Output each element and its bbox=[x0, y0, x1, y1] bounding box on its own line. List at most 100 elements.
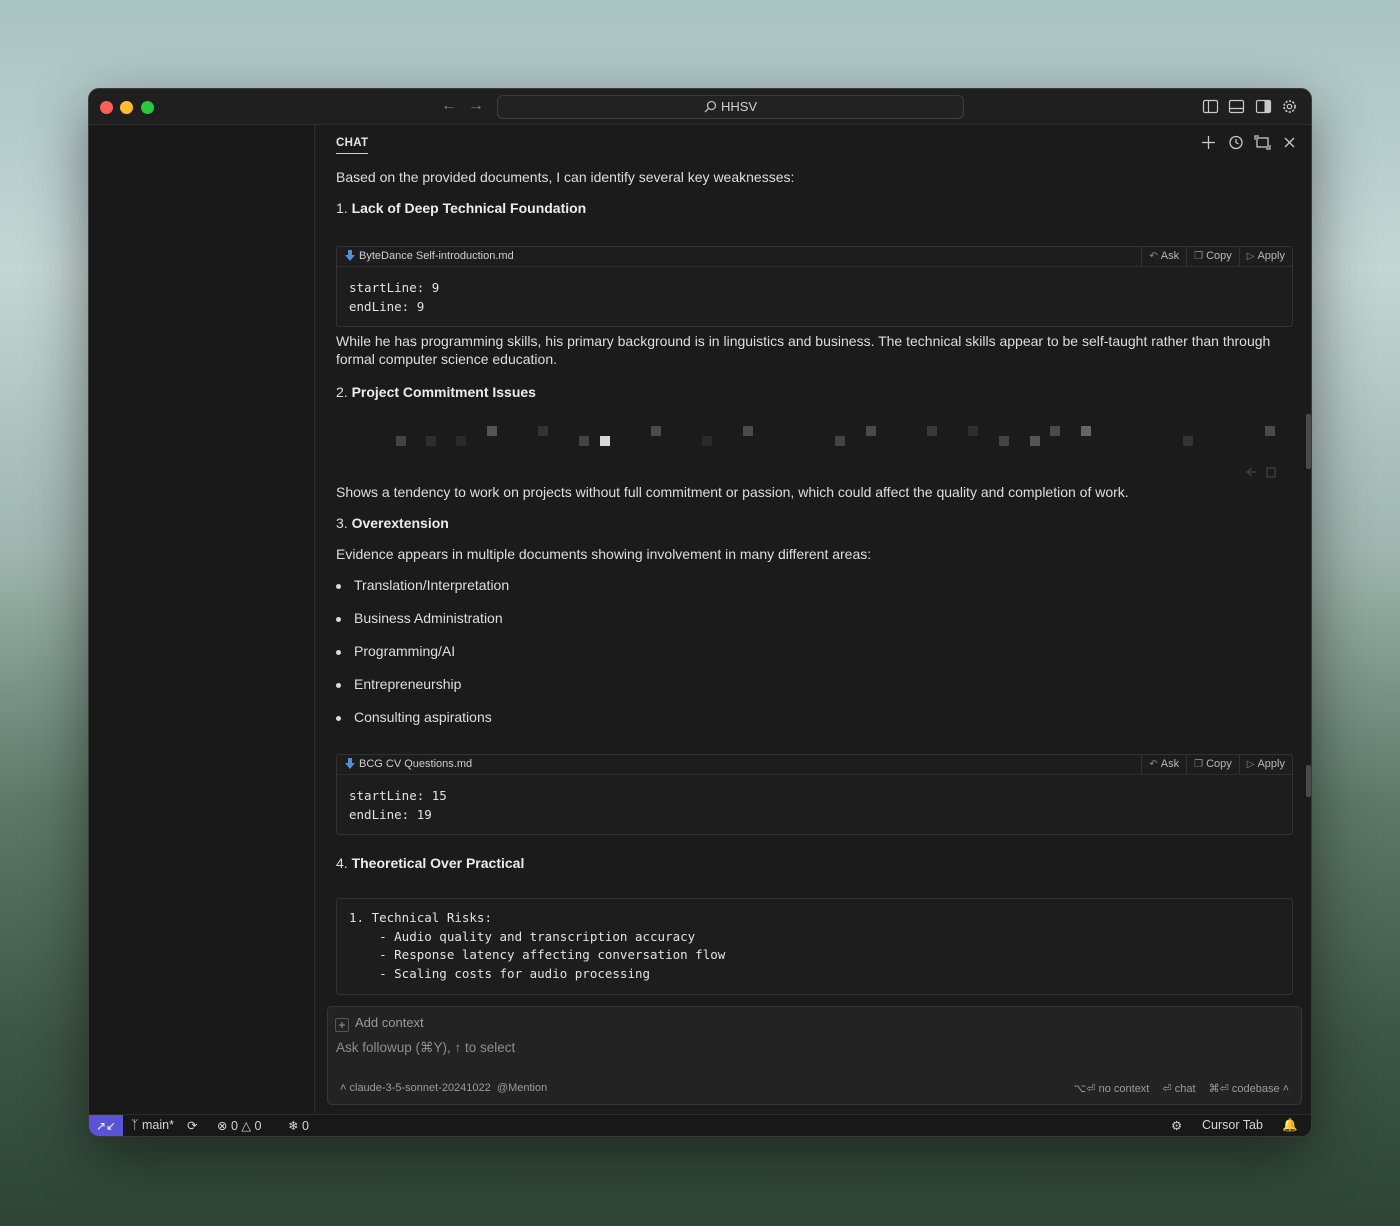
title-bar: ← → HHSV bbox=[89, 89, 1311, 125]
file-name: ByteDance Self-introduction.md bbox=[359, 250, 514, 262]
markdown-file-icon bbox=[345, 758, 355, 769]
zoom-window-button[interactable] bbox=[141, 101, 154, 114]
ports-count: 0 bbox=[301, 1119, 309, 1133]
section-title: Theoretical Over Practical bbox=[351, 855, 525, 871]
apply-label: Apply bbox=[1257, 250, 1285, 262]
sync-icon[interactable]: ⟳ bbox=[187, 1118, 197, 1133]
chat-panel: CHAT Based on the provided documents, I … bbox=[316, 125, 1311, 1114]
ask-label: Ask bbox=[1160, 758, 1180, 770]
section-number: 2. bbox=[336, 384, 348, 400]
gear-icon[interactable] bbox=[1281, 98, 1298, 115]
list-item-text: Entrepreneurship bbox=[354, 676, 462, 692]
copy-button[interactable]: ❐ Copy bbox=[1186, 247, 1239, 266]
error-count: 0 bbox=[230, 1119, 238, 1133]
toggle-secondary-sidebar-icon[interactable] bbox=[1255, 98, 1272, 115]
ask-label: Ask bbox=[1160, 250, 1180, 262]
reply-icon: ↶ bbox=[1149, 251, 1158, 262]
bell-icon[interactable]: 🔔 bbox=[1282, 1118, 1298, 1133]
paragraph-commitment: Shows a tendency to work on projects wit… bbox=[336, 484, 1129, 500]
cursor-tab-icon[interactable]: ⚙ bbox=[1171, 1118, 1182, 1133]
back-arrow-icon[interactable]: ← bbox=[439, 97, 459, 115]
code-reference-block: BCG CV Questions.md ↶ Ask ❐ Copy ▷ Apply st… bbox=[336, 754, 1293, 835]
section-number: 1. bbox=[336, 200, 348, 216]
reply-icon: ↶ bbox=[1149, 759, 1158, 770]
section-heading-1: 1. Lack of Deep Technical Foundation bbox=[336, 200, 586, 216]
broadcast-icon: ❄ bbox=[288, 1119, 299, 1133]
scrollbar-thumb[interactable] bbox=[1306, 765, 1311, 797]
followup-input[interactable]: Ask followup (⌘Y), ↑ to select bbox=[336, 1040, 515, 1056]
chat-header: CHAT bbox=[316, 125, 1311, 159]
new-chat-icon[interactable] bbox=[1200, 134, 1217, 151]
command-search-bar[interactable]: HHSV bbox=[497, 95, 964, 119]
add-context-button[interactable]: + Add context bbox=[335, 1015, 424, 1032]
file-reference[interactable]: ByteDance Self-introduction.md bbox=[345, 250, 514, 262]
close-icon[interactable] bbox=[1281, 134, 1298, 151]
search-text: HHSV bbox=[720, 99, 758, 114]
message-actions bbox=[1246, 467, 1276, 478]
undo-icon bbox=[1246, 467, 1256, 477]
chat-input-box: + Add context Ask followup (⌘Y), ↑ to sel… bbox=[327, 1006, 1302, 1105]
scrollbar-thumb[interactable] bbox=[1306, 414, 1311, 469]
remote-indicator[interactable]: ↗↙ bbox=[89, 1115, 123, 1136]
section-heading-4: 4. Theoretical Over Practical bbox=[336, 855, 524, 871]
apply-button[interactable]: ▷ Apply bbox=[1238, 755, 1292, 774]
copy-label: Copy bbox=[1206, 758, 1232, 770]
list-item-text: Translation/Interpretation bbox=[354, 577, 510, 593]
toggle-panel-icon[interactable] bbox=[1228, 98, 1245, 115]
problems-indicator[interactable]: ⊗ 0 △ 0 bbox=[217, 1118, 261, 1133]
forward-arrow-icon[interactable]: → bbox=[466, 97, 486, 115]
section-title: Overextension bbox=[351, 515, 449, 531]
copy-icon: ❐ bbox=[1194, 759, 1204, 770]
code-block-header: BCG CV Questions.md ↶ Ask ❐ Copy ▷ Apply bbox=[337, 755, 1292, 775]
list-item-text: Consulting aspirations bbox=[354, 709, 492, 725]
cursor-tab-button[interactable]: Cursor Tab bbox=[1202, 1118, 1263, 1132]
list-item-text: Business Administration bbox=[354, 610, 503, 626]
copy-label: Copy bbox=[1206, 250, 1232, 262]
history-icon[interactable] bbox=[1227, 134, 1244, 151]
no-context-button[interactable]: ⌥⏎ no context bbox=[1074, 1083, 1150, 1095]
intro-text: Based on the provided documents, I can i… bbox=[336, 169, 795, 185]
app-window: ← → HHSV CHAT Based on the provided docu… bbox=[88, 88, 1312, 1137]
apply-button[interactable]: ▷ Apply bbox=[1238, 247, 1292, 266]
model-selector[interactable]: claude-3-5-sonnet-20241022 bbox=[350, 1082, 491, 1094]
primary-sidebar bbox=[89, 125, 315, 1114]
copy-icon: ❐ bbox=[1194, 251, 1204, 262]
chevron-up-icon: ˄ bbox=[1282, 1083, 1289, 1095]
chevron-up-icon: ˄ bbox=[340, 1082, 347, 1094]
input-footer-left: ˄ claude-3-5-sonnet-20241022 @Mention bbox=[340, 1082, 547, 1094]
paragraph-overextension: Evidence appears in multiple documents s… bbox=[336, 546, 872, 562]
section-heading-2: 2. Project Commitment Issues bbox=[336, 384, 536, 400]
branch-name: main* bbox=[142, 1118, 174, 1132]
mention-button[interactable]: @Mention bbox=[497, 1082, 547, 1094]
list-item-text: Programming/AI bbox=[354, 643, 456, 659]
loading-pixel-placeholder bbox=[336, 414, 1296, 478]
search-icon bbox=[704, 100, 717, 113]
ask-button[interactable]: ↶ Ask bbox=[1141, 247, 1186, 266]
warning-icon: △ bbox=[241, 1119, 252, 1133]
codebase-submit-button[interactable]: ⌘⏎ codebase bbox=[1209, 1083, 1280, 1095]
toggle-primary-sidebar-icon[interactable] bbox=[1202, 98, 1219, 115]
input-footer-right: ⌥⏎ no context ⏎ chat ⌘⏎ codebase ˄ bbox=[1064, 1082, 1289, 1095]
code-content: startLine: 15 endLine: 19 bbox=[349, 788, 447, 822]
branch-indicator[interactable]: ᛉ main* bbox=[131, 1118, 174, 1132]
copy-button[interactable]: ❐ Copy bbox=[1186, 755, 1239, 774]
play-icon: ▷ bbox=[1246, 759, 1255, 770]
git-branch-icon: ᛉ bbox=[131, 1118, 139, 1132]
add-context-label: Add context bbox=[355, 1015, 424, 1030]
minimize-window-button[interactable] bbox=[120, 101, 133, 114]
tab-chat[interactable]: CHAT bbox=[336, 137, 369, 154]
error-icon: ⊗ bbox=[217, 1119, 228, 1133]
code-content: 1. Technical Risks: - Audio quality and … bbox=[349, 910, 726, 981]
close-window-button[interactable] bbox=[100, 101, 113, 114]
maximize-icon[interactable] bbox=[1254, 134, 1271, 151]
ports-indicator[interactable]: ❄ 0 bbox=[288, 1118, 309, 1133]
section-number: 3. bbox=[336, 515, 348, 531]
remote-icon: ↗↙ bbox=[95, 1119, 117, 1133]
chat-submit-button[interactable]: ⏎ chat bbox=[1162, 1083, 1195, 1095]
markdown-file-icon bbox=[345, 250, 355, 261]
section-title: Lack of Deep Technical Foundation bbox=[351, 200, 587, 216]
file-reference[interactable]: BCG CV Questions.md bbox=[345, 758, 472, 770]
ask-button[interactable]: ↶ Ask bbox=[1141, 755, 1186, 774]
code-content: startLine: 9 endLine: 9 bbox=[349, 280, 440, 314]
code-block: 1. Technical Risks: - Audio quality and … bbox=[336, 898, 1293, 995]
